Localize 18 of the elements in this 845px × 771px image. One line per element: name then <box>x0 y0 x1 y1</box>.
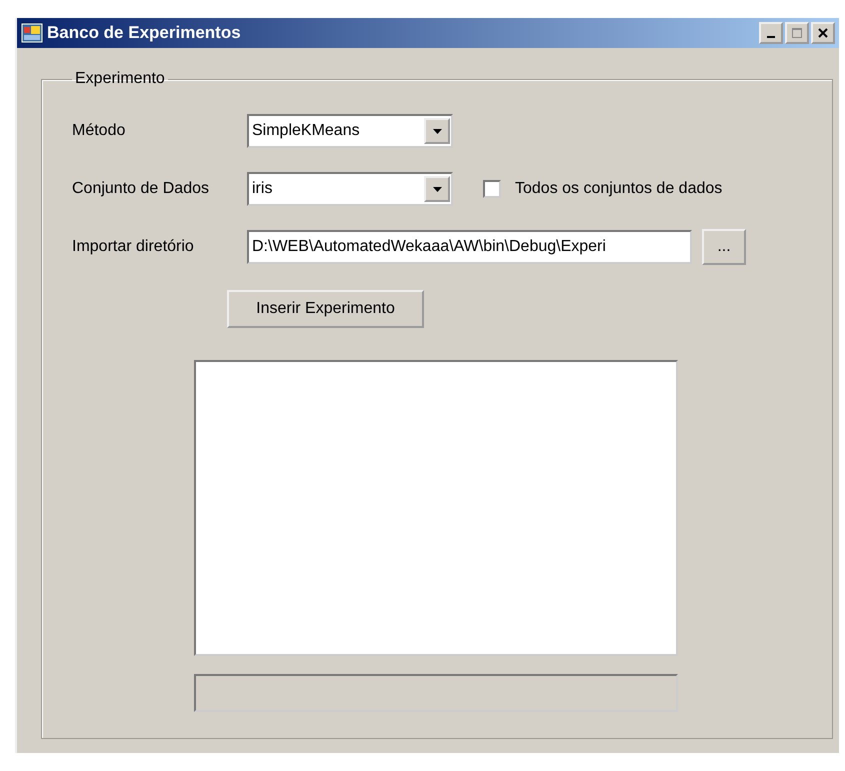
maximize-icon <box>791 27 803 39</box>
method-dropdown[interactable]: SimpleKMeans <box>247 114 453 148</box>
browse-button[interactable]: ... <box>702 229 746 265</box>
app-icon <box>21 23 43 43</box>
close-button[interactable] <box>811 22 835 44</box>
insert-experiment-button[interactable]: Inserir Experimento <box>227 290 424 328</box>
group-label: Experimento <box>74 70 166 88</box>
directory-field[interactable]: D:\WEB\AutomatedWekaaa\AW\bin\Debug\Experi <box>247 230 692 264</box>
window-title: Banco de Experimentos <box>47 23 242 43</box>
import-directory-label: Importar diretório <box>72 238 195 256</box>
minimize-button[interactable] <box>759 22 783 44</box>
checkbox-label: Todos os conjuntos de dados <box>515 180 722 198</box>
dataset-dropdown[interactable]: iris <box>247 172 453 206</box>
checkbox[interactable] <box>483 180 501 198</box>
method-label: Método <box>72 122 126 140</box>
minimize-icon <box>767 36 775 38</box>
close-icon <box>817 27 829 39</box>
dataset-label: Conjunto de Dados <box>72 180 210 198</box>
